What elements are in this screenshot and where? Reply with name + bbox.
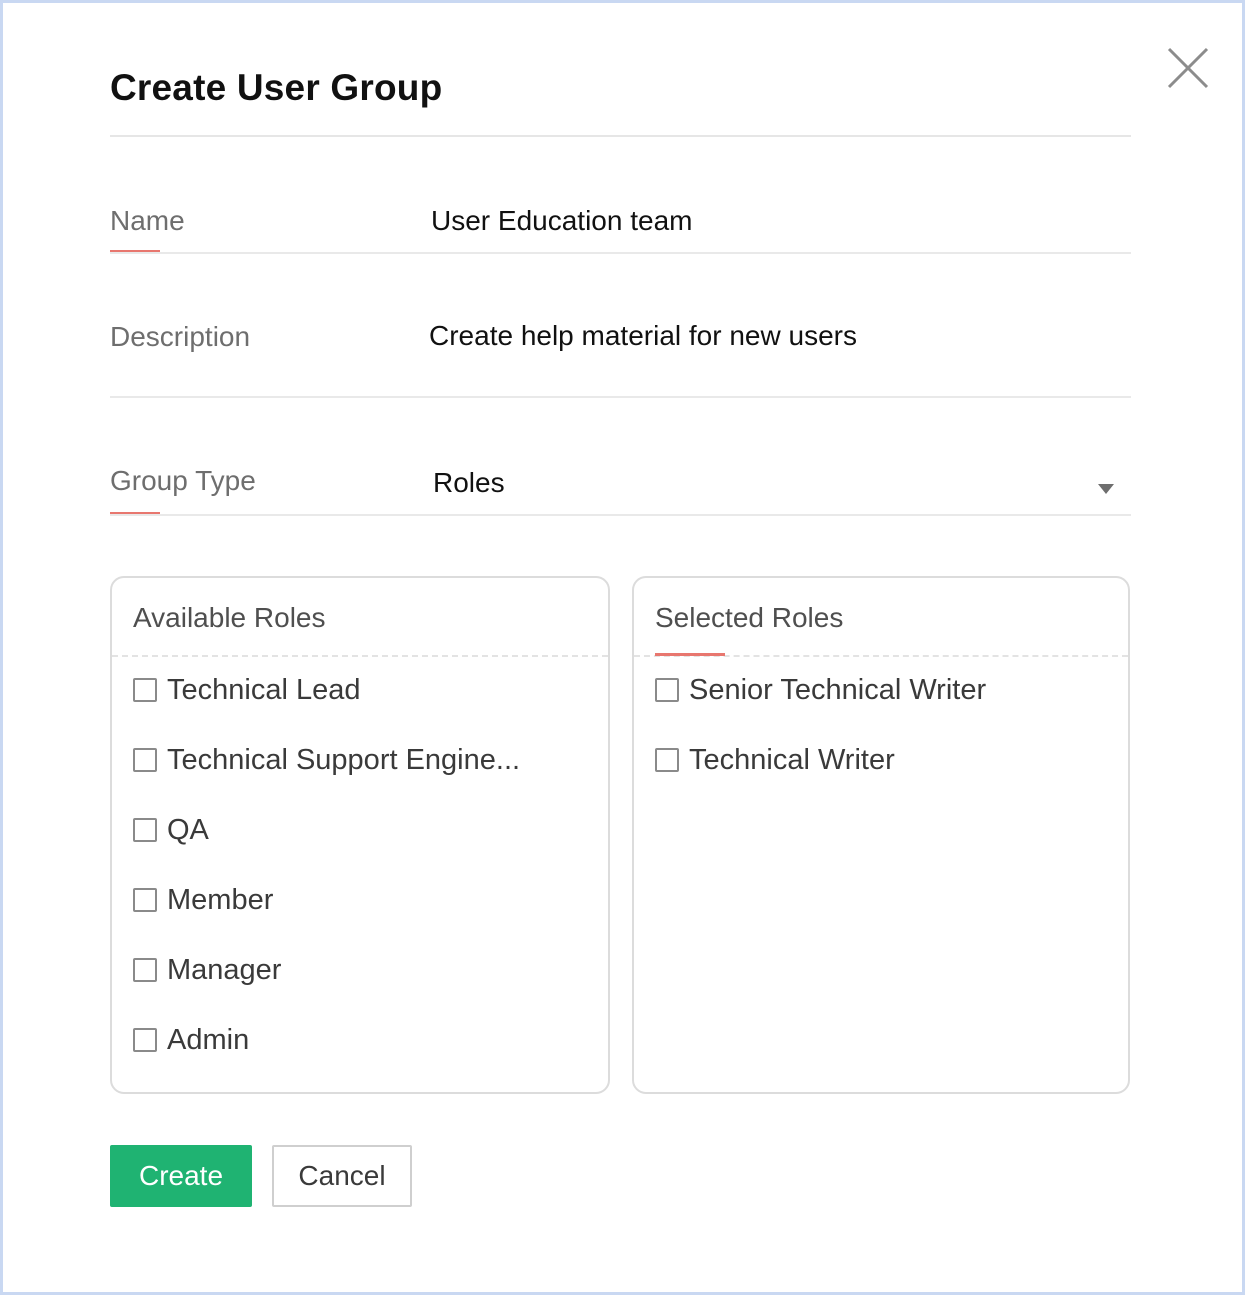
role-label: Manager (167, 953, 282, 986)
checkbox[interactable] (655, 748, 679, 772)
name-field-rule (110, 252, 1131, 254)
description-label: Description (110, 321, 251, 352)
selected-roles-active-underline (655, 653, 725, 656)
role-label: Senior Technical Writer (689, 673, 987, 706)
role-item-admin[interactable]: Admin (133, 1020, 249, 1060)
role-label: QA (167, 813, 209, 846)
selected-roles-title: Selected Roles (655, 602, 844, 633)
checkbox[interactable] (133, 888, 157, 912)
checkbox[interactable] (133, 818, 157, 842)
checkbox[interactable] (133, 1028, 157, 1052)
panel-divider (112, 655, 608, 657)
title-divider (110, 135, 1131, 137)
role-label: Technical Lead (167, 673, 361, 706)
group-type-select[interactable]: Roles (433, 467, 505, 499)
role-item-technical-lead[interactable]: Technical Lead (133, 670, 360, 710)
role-item-senior-technical-writer[interactable]: Senior Technical Writer (655, 670, 986, 710)
checkbox[interactable] (655, 678, 679, 702)
name-input[interactable]: User Education team (431, 205, 692, 237)
close-button[interactable] (1166, 46, 1210, 90)
available-roles-panel: Available Roles Technical Lead Technical… (110, 576, 610, 1094)
caret-down-icon[interactable] (1097, 482, 1115, 494)
description-input[interactable]: Create help material for new users (429, 320, 857, 352)
available-roles-title: Available Roles (133, 602, 326, 633)
role-item-qa[interactable]: QA (133, 810, 209, 850)
role-item-technical-support-engineer[interactable]: Technical Support Engine... (133, 740, 520, 780)
role-label: Admin (167, 1023, 250, 1056)
description-field-rule (110, 396, 1131, 398)
name-label: Name (110, 205, 185, 236)
group-type-label: Group Type (110, 465, 256, 496)
role-item-technical-writer[interactable]: Technical Writer (655, 740, 895, 780)
role-label: Technical Writer (689, 743, 895, 776)
cancel-button[interactable]: Cancel (272, 1145, 412, 1207)
role-item-member[interactable]: Member (133, 880, 273, 920)
selected-roles-panel: Selected Roles Senior Technical Writer T… (632, 576, 1130, 1094)
role-item-manager[interactable]: Manager (133, 950, 281, 990)
role-label: Member (167, 883, 274, 916)
close-icon[interactable] (1166, 46, 1210, 90)
create-button[interactable]: Create (110, 1145, 252, 1207)
checkbox[interactable] (133, 678, 157, 702)
checkbox[interactable] (133, 958, 157, 982)
checkbox[interactable] (133, 748, 157, 772)
group-type-field-rule (110, 514, 1131, 516)
dialog-title: Create User Group (110, 67, 443, 108)
create-user-group-dialog: Create User Group Name User Education te… (0, 0, 1245, 1295)
role-label: Technical Support Engine... (167, 743, 521, 776)
